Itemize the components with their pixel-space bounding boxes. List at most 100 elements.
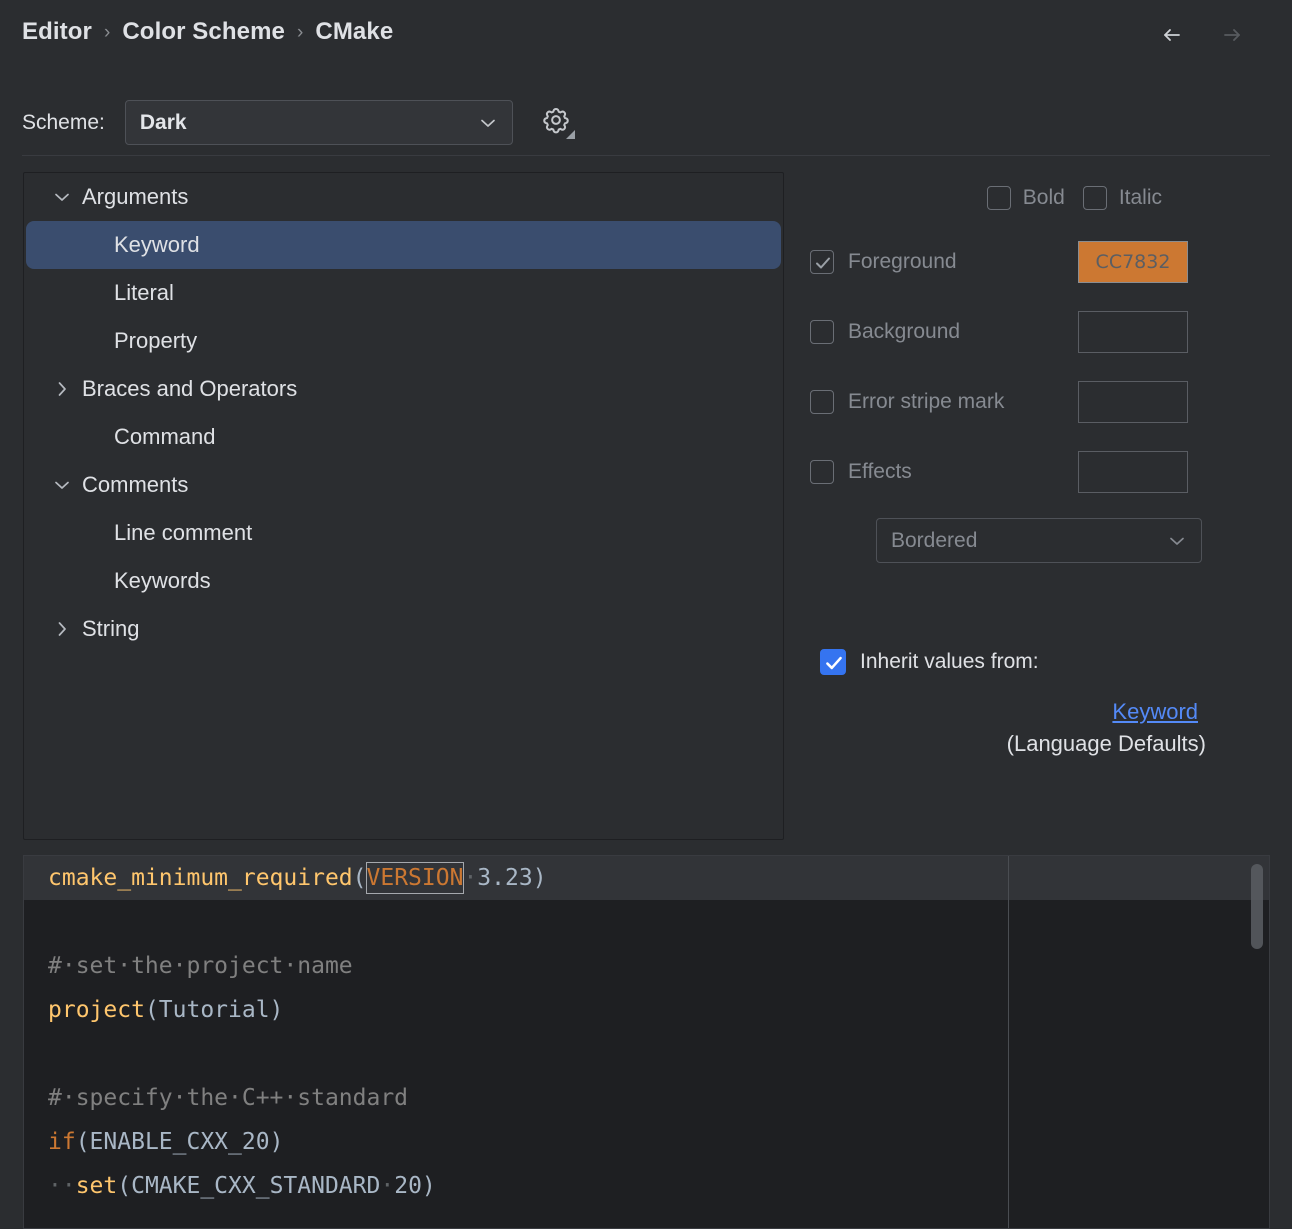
tree-item-literal[interactable]: Literal xyxy=(26,269,781,317)
code-line: #·specify·the·C++·standard xyxy=(24,1076,1269,1120)
vertical-scrollbar[interactable] xyxy=(1251,864,1263,949)
code-token: cmake_minimum_required xyxy=(48,865,353,891)
tree-item-comments[interactable]: Comments xyxy=(26,461,781,509)
tree-item-keywords[interactable]: Keywords xyxy=(26,557,781,605)
tree-item-keyword[interactable]: Keyword xyxy=(26,221,781,269)
tree-item-label: Comments xyxy=(82,472,188,498)
tree-item-label: Keyword xyxy=(114,232,200,258)
effects-color-swatch[interactable] xyxy=(1078,451,1188,493)
breadcrumb-separator-1: › xyxy=(104,22,110,44)
scheme-label: Scheme: xyxy=(22,111,105,135)
code-token: ( xyxy=(353,865,367,891)
error-stripe-label: Error stripe mark xyxy=(848,390,1004,414)
chevron-right-icon[interactable] xyxy=(50,377,74,401)
tree-item-label: Keywords xyxy=(114,568,211,594)
tree-item-command[interactable]: Command xyxy=(26,413,781,461)
background-label: Background xyxy=(848,320,960,344)
inherit-checkbox[interactable] xyxy=(820,649,846,675)
color-scheme-settings-page: Editor › Color Scheme › CMake Scheme: Da… xyxy=(0,0,1292,1229)
code-preview-content: cmake_minimum_required(VERSION·3.23) #·s… xyxy=(24,856,1269,1228)
error-stripe-row: Error stripe mark xyxy=(810,378,1250,426)
effect-type-dropdown[interactable]: Bordered xyxy=(876,518,1202,563)
tree-item-label: String xyxy=(82,616,139,642)
code-line xyxy=(24,1032,1269,1076)
scheme-dropdown-value: Dark xyxy=(140,111,478,135)
error-stripe-checkbox-wrap[interactable]: Error stripe mark xyxy=(810,390,1078,414)
chevron-down-icon xyxy=(478,113,498,133)
tree-arrow-placeholder xyxy=(50,281,74,305)
tree-item-label: Arguments xyxy=(82,184,188,210)
chevron-down-icon[interactable] xyxy=(50,473,74,497)
code-token: (Tutorial) xyxy=(145,997,283,1023)
chevron-down-icon[interactable] xyxy=(50,185,74,209)
arrow-right-icon[interactable] xyxy=(1216,20,1246,50)
tree-arrow-placeholder xyxy=(50,569,74,593)
tree-arrow-placeholder xyxy=(50,329,74,353)
foreground-checkbox[interactable] xyxy=(810,250,834,274)
tree-item-label: Line comment xyxy=(114,520,252,546)
tree-item-braces-and-operators[interactable]: Braces and Operators xyxy=(26,365,781,413)
tree-item-arguments[interactable]: Arguments xyxy=(26,173,781,221)
effects-checkbox[interactable] xyxy=(810,460,834,484)
background-checkbox[interactable] xyxy=(810,320,834,344)
code-token: · xyxy=(380,1173,394,1199)
foreground-color-swatch[interactable]: CC7832 xyxy=(1078,241,1188,283)
inherit-source-link[interactable]: Keyword xyxy=(820,699,1250,725)
tree-arrow-placeholder xyxy=(50,521,74,545)
scheme-settings-button[interactable] xyxy=(539,106,573,140)
chevron-right-icon[interactable] xyxy=(50,617,74,641)
foreground-row: Foreground CC7832 xyxy=(810,238,1250,286)
inherit-block: Inherit values from: Keyword (Language D… xyxy=(820,649,1250,757)
inherit-label: Inherit values from: xyxy=(860,650,1039,674)
breadcrumb-separator-2: › xyxy=(297,22,303,44)
tree-item-property[interactable]: Property xyxy=(26,317,781,365)
navigation-arrows xyxy=(1158,20,1246,50)
code-token: #·specify·the·C++·standard xyxy=(48,1085,408,1111)
code-token: project xyxy=(48,997,145,1023)
code-token: ) xyxy=(533,865,547,891)
foreground-label: Foreground xyxy=(848,250,957,274)
italic-checkbox-wrap[interactable]: Italic xyxy=(1083,186,1162,210)
breadcrumb-item-color-scheme[interactable]: Color Scheme xyxy=(122,18,285,46)
code-token: set xyxy=(76,1173,118,1199)
breadcrumb-item-editor[interactable]: Editor xyxy=(22,18,92,46)
breadcrumb-item-cmake[interactable]: CMake xyxy=(315,18,393,46)
error-stripe-checkbox[interactable] xyxy=(810,390,834,414)
effect-type-value: Bordered xyxy=(891,529,1167,553)
code-preview-pane[interactable]: cmake_minimum_required(VERSION·3.23) #·s… xyxy=(23,855,1270,1229)
tree-item-label: Braces and Operators xyxy=(82,376,297,402)
inherit-checkbox-wrap[interactable]: Inherit values from: xyxy=(820,649,1250,675)
arrow-left-icon[interactable] xyxy=(1158,20,1188,50)
scheme-dropdown[interactable]: Dark xyxy=(125,100,513,145)
code-token: #·set·the·project·name xyxy=(48,953,353,979)
italic-checkbox[interactable] xyxy=(1083,186,1107,210)
bold-checkbox-wrap[interactable]: Bold xyxy=(987,186,1065,210)
chevron-down-icon xyxy=(1167,531,1187,551)
background-row: Background xyxy=(810,308,1250,356)
tree-item-label: Property xyxy=(114,328,197,354)
dropdown-triangle-icon xyxy=(566,130,575,139)
tree-item-label: Command xyxy=(114,424,215,450)
effects-checkbox-wrap[interactable]: Effects xyxy=(810,460,1078,484)
inherit-source-sublabel: (Language Defaults) xyxy=(820,731,1250,757)
highlighted-token: VERSION xyxy=(367,863,464,893)
code-token: 3.23 xyxy=(477,865,532,891)
tree-item-line-comment[interactable]: Line comment xyxy=(26,509,781,557)
color-scheme-tree[interactable]: Arguments Keyword Literal Property Braces an… xyxy=(23,172,784,840)
code-line: if(ENABLE_CXX_20) xyxy=(24,1120,1269,1164)
tree-item-string[interactable]: String xyxy=(26,605,781,653)
background-color-swatch[interactable] xyxy=(1078,311,1188,353)
foreground-checkbox-wrap[interactable]: Foreground xyxy=(810,250,1078,274)
scheme-row: Scheme: Dark xyxy=(22,100,573,145)
background-checkbox-wrap[interactable]: Background xyxy=(810,320,1078,344)
error-stripe-color-swatch[interactable] xyxy=(1078,381,1188,423)
tree-item-label: Literal xyxy=(114,280,174,306)
effects-label: Effects xyxy=(848,460,912,484)
code-token: ·· xyxy=(48,1173,76,1199)
effects-row: Effects xyxy=(810,448,1250,496)
tree-arrow-placeholder xyxy=(50,233,74,257)
code-token: · xyxy=(463,865,477,891)
bold-checkbox[interactable] xyxy=(987,186,1011,210)
code-line xyxy=(24,900,1269,944)
right-margin-guide xyxy=(1008,856,1009,1228)
